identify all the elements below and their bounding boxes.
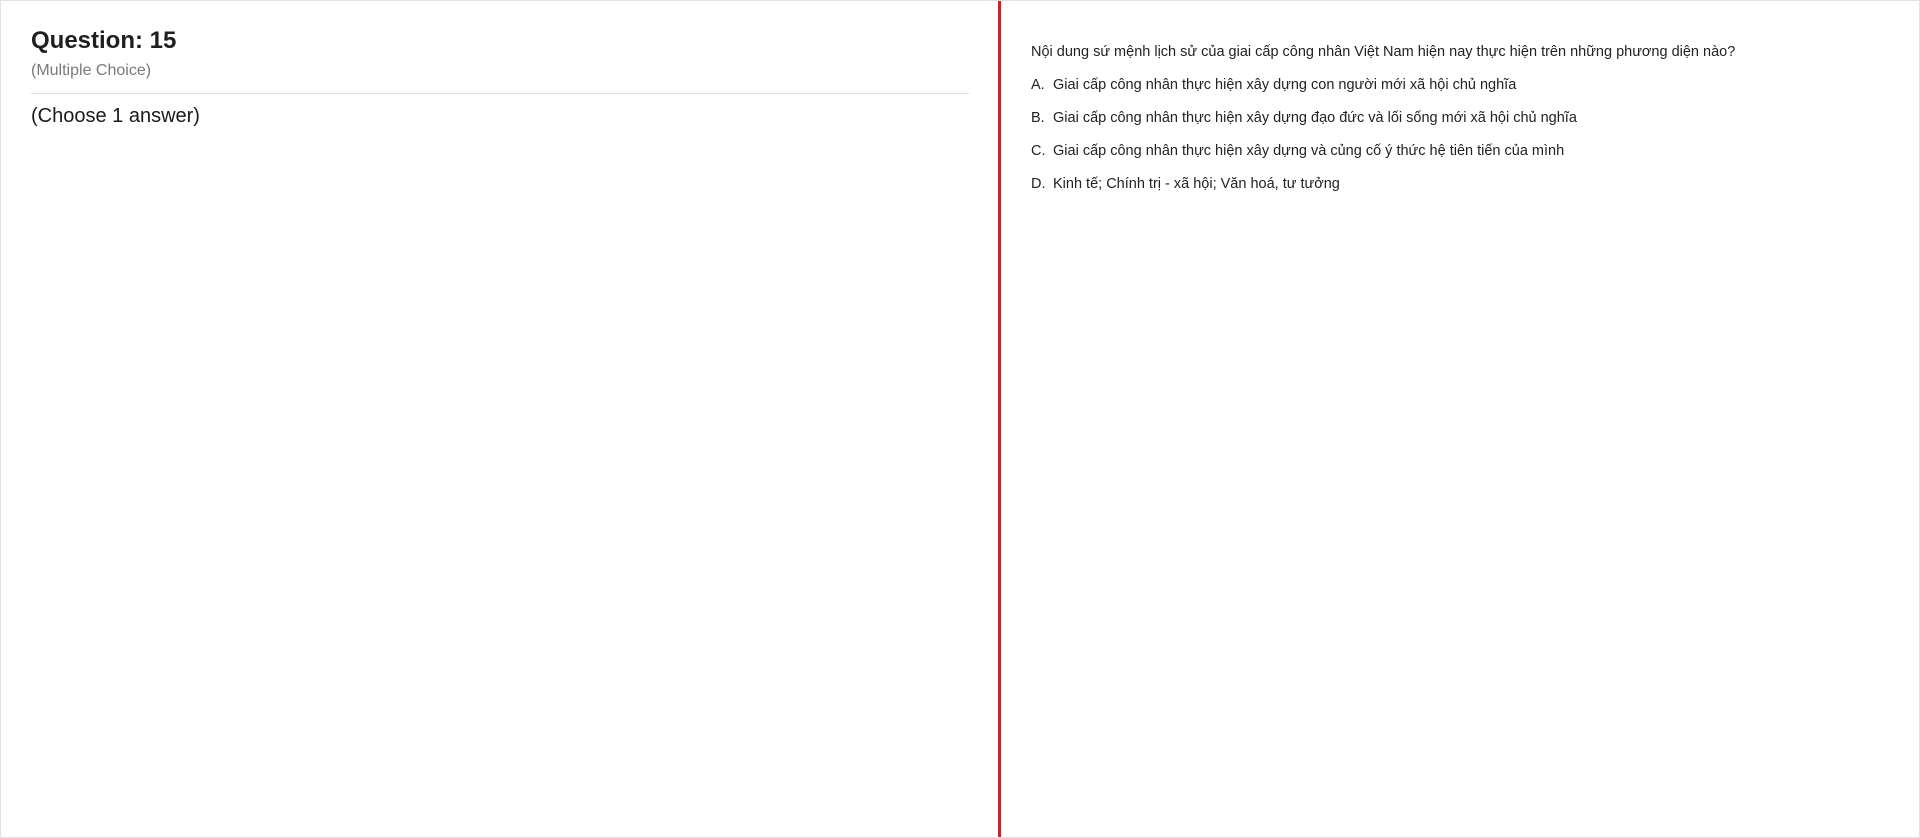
option-text: Giai cấp công nhân thực hiện xây dựng đạ… [1053,110,1577,126]
question-type-label: (Multiple Choice) [31,62,152,79]
choose-instruction: (Choose 1 answer) [31,105,200,127]
option-c[interactable]: C. Giai cấp công nhân thực hiện xây dựng… [1031,141,1889,161]
question-text: Nội dung sứ mệnh lịch sử của giai cấp cô… [1031,44,1736,60]
option-letter: D. [1031,176,1046,192]
option-a[interactable]: A. Giai cấp công nhân thực hiện xây dựng… [1031,75,1889,95]
option-text: Kinh tế; Chính trị - xã hội; Văn hoá, tư… [1053,176,1340,192]
question-header-pane: Question: 15 (Multiple Choice) (Choose 1… [1,1,998,837]
option-d[interactable]: D. Kinh tế; Chính trị - xã hội; Văn hoá,… [1031,174,1889,194]
option-letter: A. [1031,77,1045,93]
option-letter: B. [1031,110,1045,126]
option-text: Giai cấp công nhân thực hiện xây dựng và… [1053,143,1565,159]
question-content-pane: Nội dung sứ mệnh lịch sử của giai cấp cô… [1001,1,1919,837]
header-divider [31,93,969,94]
question-title: Question: 15 [31,27,177,54]
quiz-page: Question: 15 (Multiple Choice) (Choose 1… [0,0,1920,838]
option-b[interactable]: B. Giai cấp công nhân thực hiện xây dựng… [1031,108,1889,128]
option-text: Giai cấp công nhân thực hiện xây dựng co… [1053,77,1517,93]
option-letter: C. [1031,143,1046,159]
